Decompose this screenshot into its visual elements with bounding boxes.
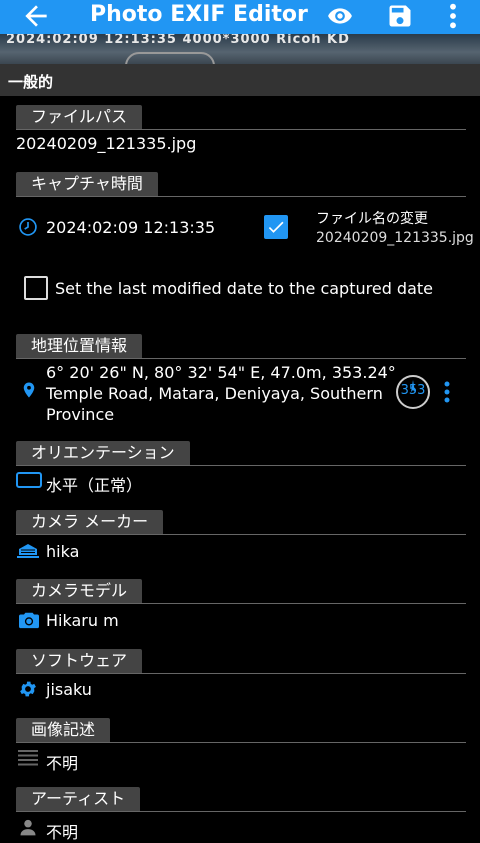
software-value[interactable]: jisaku <box>46 680 92 699</box>
clock-icon <box>19 218 37 236</box>
geo-address-line2[interactable]: Province <box>46 405 114 424</box>
rename-file-label: ファイル名の変更 <box>316 211 428 227</box>
geo-header: 地理位置情報 <box>16 334 143 358</box>
save-icon[interactable] <box>386 2 414 30</box>
location-pin-icon <box>23 382 35 398</box>
divider <box>16 603 466 604</box>
last-modified-checkbox[interactable] <box>24 276 48 300</box>
landscape-orientation-icon <box>16 472 42 488</box>
building-icon <box>17 544 39 558</box>
rename-file-checkbox[interactable] <box>264 215 288 239</box>
camera-icon <box>19 612 39 629</box>
back-arrow-icon[interactable] <box>20 0 52 32</box>
check-icon <box>268 221 284 233</box>
text-lines-icon <box>18 750 38 766</box>
orientation-header: オリエンテーション <box>16 441 190 465</box>
divider <box>16 534 466 535</box>
divider <box>16 465 466 466</box>
bearing-compass[interactable]: 353 <box>396 375 430 409</box>
divider <box>16 129 466 130</box>
orientation-value[interactable]: 水平（正常） <box>46 472 142 496</box>
geo-address-line1[interactable]: Temple Road, Matara, Deniyaya, Southern <box>46 384 383 403</box>
camera-maker-value[interactable]: hika <box>46 542 79 561</box>
image-description-value[interactable]: 不明 <box>46 750 78 774</box>
app-title: Photo EXIF Editor <box>90 2 308 27</box>
preview-overlay-text: 2024:02:09 12:13:35 4000*3000 Ricoh KD <box>6 34 350 47</box>
preview-decoration <box>125 52 215 64</box>
divider <box>16 673 466 674</box>
person-icon <box>20 819 36 836</box>
divider <box>16 196 466 197</box>
section-header: 一般的 <box>0 64 480 96</box>
app-bar: Photo EXIF Editor <box>0 0 480 34</box>
more-vert-icon[interactable] <box>446 2 460 30</box>
camera-model-header: カメラモデル <box>16 579 143 603</box>
file-path-header: ファイルパス <box>16 105 143 129</box>
file-path-value[interactable]: 20240209_121335.jpg <box>16 134 196 153</box>
image-description-header: 画像記述 <box>16 718 111 742</box>
divider <box>16 358 466 359</box>
last-modified-label[interactable]: Set the last modified date to the captur… <box>55 279 433 298</box>
capture-time-header: キャプチャ時間 <box>16 172 158 196</box>
camera-model-value[interactable]: Hikaru m <box>46 611 119 630</box>
artist-value[interactable]: 不明 <box>46 819 78 843</box>
divider <box>16 811 466 812</box>
rename-file-value: 20240209_121335.jpg <box>316 230 474 246</box>
eye-icon[interactable] <box>324 3 356 29</box>
section-label: 一般的 <box>8 73 54 91</box>
geo-coordinates[interactable]: 6° 20' 26" N, 80° 32' 54" E, 47.0m, 353.… <box>46 363 396 382</box>
photo-preview: 2024:02:09 12:13:35 4000*3000 Ricoh KD <box>0 34 480 64</box>
divider <box>16 742 466 743</box>
artist-header: アーティスト <box>16 787 141 811</box>
geo-more-icon[interactable] <box>442 380 452 404</box>
gear-icon <box>20 681 36 697</box>
capture-time-value[interactable]: 2024:02:09 12:13:35 <box>46 218 215 237</box>
software-header: ソフトウェア <box>16 649 143 673</box>
camera-maker-header: カメラ メーカー <box>16 510 164 534</box>
bearing-value: 353 <box>400 383 426 398</box>
